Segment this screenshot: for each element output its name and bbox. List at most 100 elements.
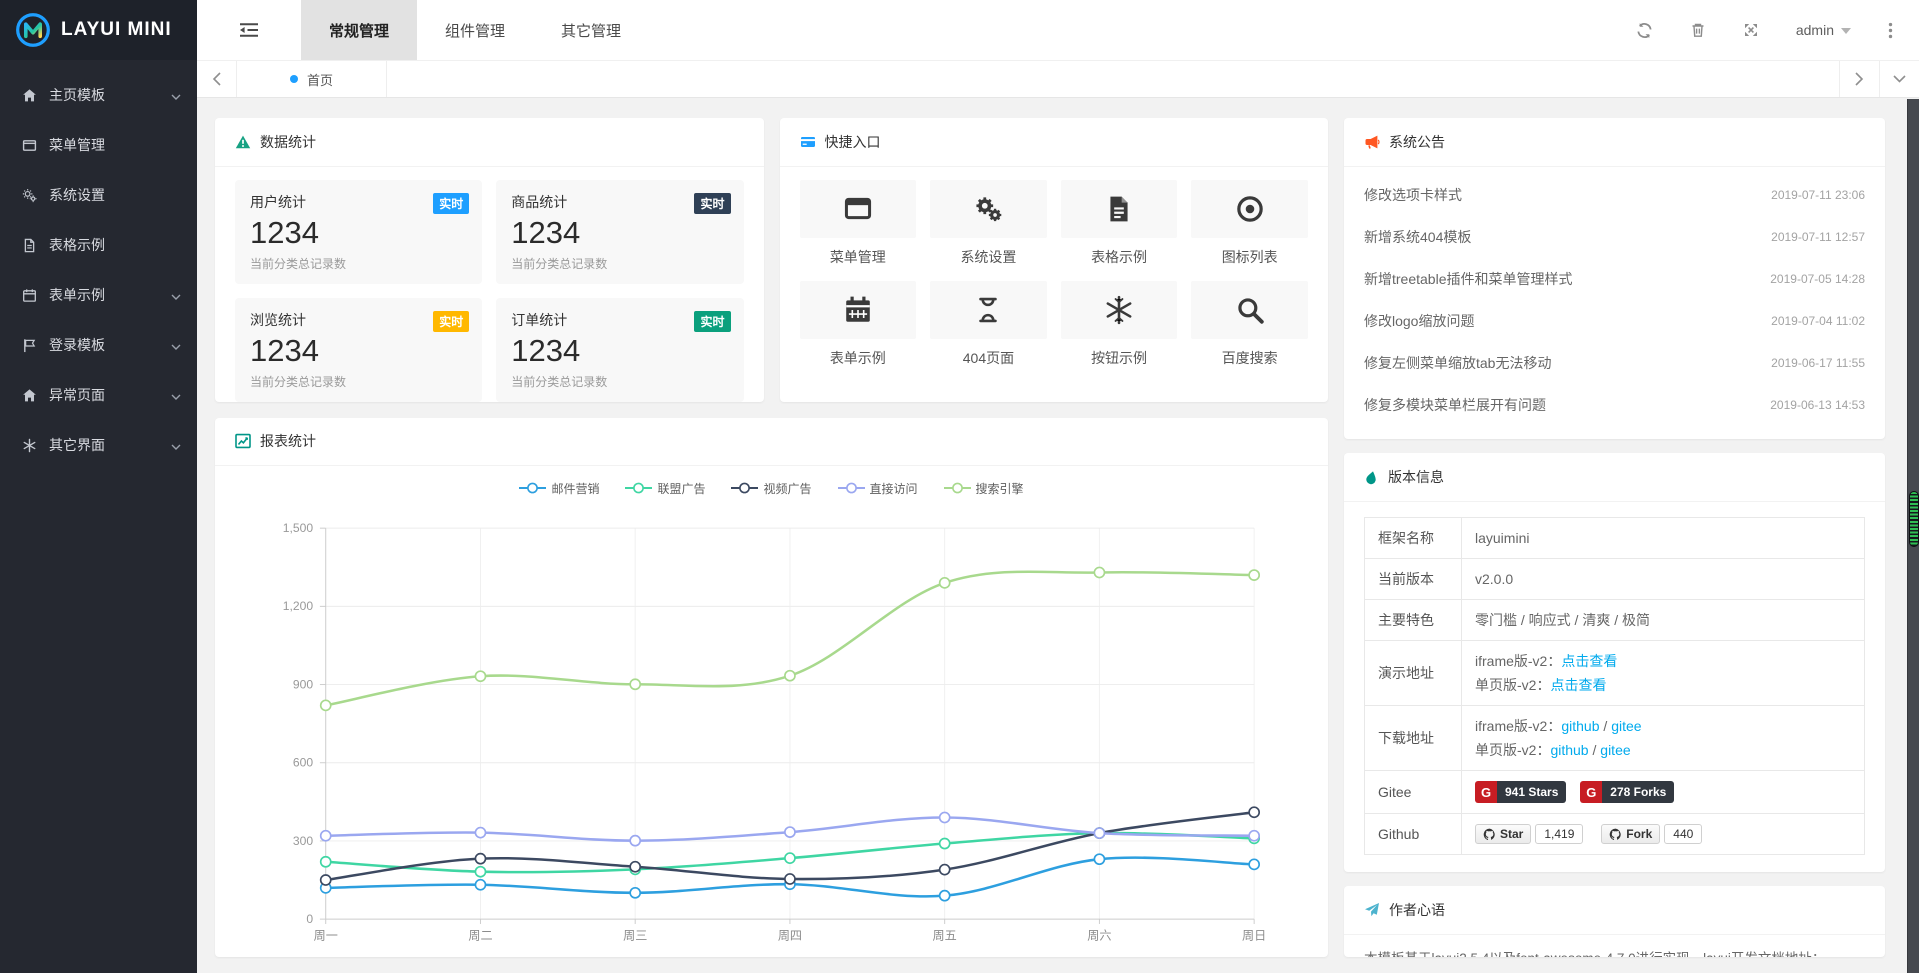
demo-line-prefix: 单页版-v2： [1475, 677, 1550, 693]
more-icon[interactable] [1888, 22, 1893, 39]
legend-item-直接访问[interactable]: 直接访问 [838, 480, 918, 497]
github-link[interactable]: github [1550, 742, 1588, 758]
legend-item-邮件营销[interactable]: 邮件营销 [519, 480, 599, 497]
quick-item-404[interactable]: 404页面 [930, 281, 1047, 368]
author-line1: 本模板基于layui2.5.4以及font-awesome-4.7.0进行实现。… [1364, 947, 1865, 957]
legend-item-视频广告[interactable]: 视频广告 [731, 480, 811, 497]
download-line-prefix: 单页版-v2： [1475, 742, 1550, 758]
tab-scroll-right-icon[interactable] [1839, 61, 1879, 97]
legend-item-搜索引擎[interactable]: 搜索引擎 [944, 480, 1024, 497]
top-nav-tab-other[interactable]: 其它管理 [533, 0, 649, 60]
quick-item-label: 表单示例 [800, 348, 917, 368]
github-star-badge[interactable]: Star 1,419 [1475, 824, 1583, 844]
svg-text:600: 600 [293, 756, 313, 770]
version-table: 框架名称 layuimini 当前版本 v2.0.0 主要特色 零门槛 / 响应… [1364, 517, 1865, 855]
quick-entry-grid: 菜单管理 系统设置 表格示例 图标列表 [780, 167, 1329, 381]
legend-label: 直接访问 [870, 480, 918, 497]
sidebar-item-error-pages[interactable]: 异常页面 [0, 370, 197, 420]
sidebar-item-home-template[interactable]: 主页模板 [0, 70, 197, 120]
stat-views[interactable]: 浏览统计 1234 当前分类总记录数 实时 [235, 298, 482, 402]
report-chart: 03006009001,2001,500周一周二周三周四周五周六周日 [235, 501, 1308, 957]
notice-item[interactable]: 修复多模块菜单栏展开有问题 2019-06-13 14:53 [1364, 384, 1865, 426]
sidebar-item-form-example[interactable]: 表单示例 [0, 270, 197, 320]
quick-item-menu[interactable]: 菜单管理 [800, 180, 917, 267]
sidebar-item-label: 表单示例 [49, 285, 171, 305]
legend-marker [519, 482, 546, 494]
quick-item-buttons[interactable]: 按钮示例 [1061, 281, 1178, 368]
stat-desc: 当前分类总记录数 [511, 373, 728, 390]
user-menu[interactable]: admin [1796, 22, 1851, 38]
version-row-label: Gitee [1365, 771, 1462, 814]
sidebar-item-system-settings[interactable]: 系统设置 [0, 170, 197, 220]
sidebar-item-other-ui[interactable]: 其它界面 [0, 420, 197, 470]
stat-users[interactable]: 用户统计 1234 当前分类总记录数 实时 [235, 180, 482, 284]
tab-scroll-left-icon[interactable] [197, 61, 237, 97]
logo[interactable]: LAYUI MINI [0, 0, 197, 60]
sidebar-item-table-example[interactable]: 表格示例 [0, 220, 197, 270]
notice-item[interactable]: 新增treetable插件和菜单管理样式 2019-07-05 14:28 [1364, 258, 1865, 300]
scrollbar-thumb[interactable] [1909, 491, 1919, 547]
sidebar-item-menu-management[interactable]: 菜单管理 [0, 120, 197, 170]
notice-text: 修复左侧菜单缩放tab无法移动 [1364, 353, 1551, 373]
quick-item-icons[interactable]: 图标列表 [1191, 180, 1308, 267]
status-badge: 实时 [433, 193, 469, 214]
gitee-stars-badge[interactable]: G941 Stars [1475, 781, 1566, 803]
author-card-header: 作者心语 [1344, 886, 1885, 935]
stats-card-title: 数据统计 [260, 132, 316, 152]
caret-down-icon [1841, 28, 1851, 34]
trash-icon[interactable] [1690, 22, 1706, 38]
version-row-label: 演示地址 [1365, 641, 1462, 706]
notice-item[interactable]: 修改logo缩放问题 2019-07-04 11:02 [1364, 300, 1865, 342]
tab-actions-dropdown-icon[interactable] [1879, 61, 1919, 97]
quick-item-table[interactable]: 表格示例 [1061, 180, 1178, 267]
tab-home[interactable]: 首页 [237, 61, 387, 97]
notice-item[interactable]: 新增系统404模板 2019-07-11 12:57 [1364, 216, 1865, 258]
github-fork-badge[interactable]: Fork 440 [1601, 824, 1702, 844]
svg-text:周六: 周六 [1087, 929, 1111, 943]
link-separator: / [1589, 742, 1601, 758]
logo-icon [15, 12, 51, 48]
demo-link[interactable]: 点击查看 [1550, 677, 1606, 693]
notice-text: 修复多模块菜单栏展开有问题 [1364, 395, 1546, 415]
line-chart-icon [235, 433, 251, 449]
version-row-label: 当前版本 [1365, 559, 1462, 600]
top-nav-tab-components[interactable]: 组件管理 [417, 0, 533, 60]
github-link[interactable]: github [1561, 718, 1599, 734]
fullscreen-icon[interactable] [1743, 22, 1759, 38]
notice-item[interactable]: 修复左侧菜单缩放tab无法移动 2019-06-17 11:55 [1364, 342, 1865, 384]
chevron-down-icon [171, 337, 181, 353]
notice-list: 修改选项卡样式 2019-07-11 23:06 新增系统404模板 2019-… [1344, 167, 1885, 439]
svg-text:周四: 周四 [778, 929, 802, 943]
notice-item[interactable]: 修改选项卡样式 2019-07-11 23:06 [1364, 174, 1865, 216]
version-card-title: 版本信息 [1388, 467, 1444, 487]
menu-collapse-icon[interactable] [197, 0, 301, 60]
refresh-icon[interactable] [1636, 22, 1653, 39]
main-area: 常规管理 组件管理 其它管理 admin [197, 0, 1919, 973]
table-row: 当前版本 v2.0.0 [1365, 559, 1865, 600]
quick-item-settings[interactable]: 系统设置 [930, 180, 1047, 267]
gitee-forks-badge[interactable]: G278 Forks [1580, 781, 1674, 803]
legend-item-联盟广告[interactable]: 联盟广告 [625, 480, 705, 497]
scrollbar[interactable] [1907, 99, 1919, 973]
version-row-value: G941 Stars G278 Forks [1462, 771, 1865, 814]
gitee-link[interactable]: gitee [1600, 742, 1630, 758]
notice-card-header: 系统公告 [1344, 118, 1885, 167]
notice-date: 2019-07-05 14:28 [1770, 272, 1865, 286]
quick-item-label: 404页面 [930, 348, 1047, 368]
demo-link[interactable]: 点击查看 [1561, 653, 1617, 669]
stat-products[interactable]: 商品统计 1234 当前分类总记录数 实时 [496, 180, 743, 284]
sidebar-item-login-template[interactable]: 登录模板 [0, 320, 197, 370]
svg-text:周三: 周三 [623, 929, 647, 943]
quick-item-form[interactable]: 表单示例 [800, 281, 917, 368]
github-icon [1609, 828, 1622, 841]
window-icon [20, 138, 39, 153]
quick-item-label: 图标列表 [1191, 247, 1308, 267]
legend-marker [731, 482, 758, 494]
gitee-link[interactable]: gitee [1611, 718, 1641, 734]
notice-date: 2019-06-17 11:55 [1771, 356, 1865, 370]
quick-item-baidu-search[interactable]: 百度搜索 [1191, 281, 1308, 368]
gitee-stars-label: 941 Stars [1497, 781, 1566, 803]
top-nav-tab-general[interactable]: 常规管理 [301, 0, 417, 60]
warning-triangle-icon [235, 134, 251, 150]
stat-orders[interactable]: 订单统计 1234 当前分类总记录数 实时 [496, 298, 743, 402]
